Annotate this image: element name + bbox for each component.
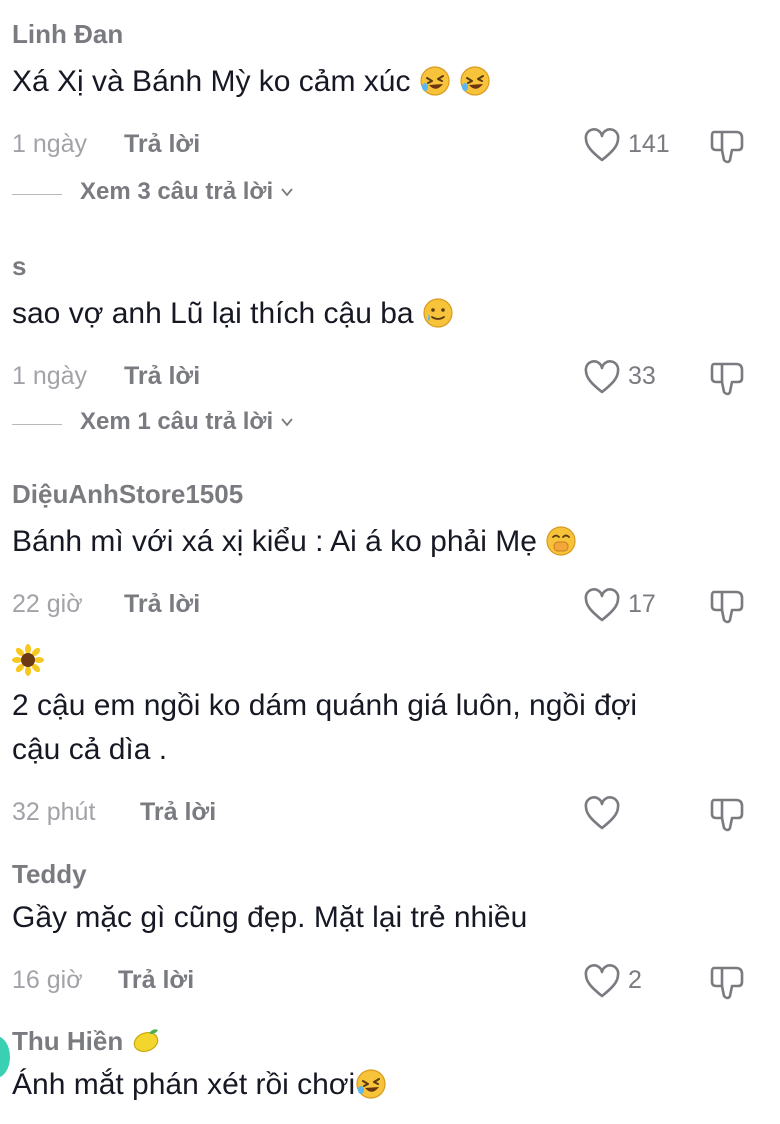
heart-outline-icon[interactable] <box>582 586 622 626</box>
comment-item: s sao vợ anh Lũ lại thích cậu ba 1 ngày … <box>12 250 780 398</box>
reply-button[interactable]: Trả lời <box>124 130 200 159</box>
comment-author[interactable]: Thu Hiền <box>12 1026 123 1056</box>
divider-line <box>12 194 62 195</box>
comment-item: DiệuAnhStore1505 Bánh mì với xá xị kiểu … <box>12 478 780 626</box>
thumbs-down-icon[interactable] <box>708 794 748 834</box>
comment-text: Bánh mì với xá xị kiểu : Ai á ko phải Mẹ <box>12 525 537 558</box>
comment-text-row: Bánh mì với xá xị kiểu : Ai á ko phải Mẹ <box>12 520 780 564</box>
comment-meta: 32 phút Trả lời <box>12 794 780 834</box>
view-replies-row: Xem 1 câu trả lời <box>80 408 295 437</box>
divider-line <box>12 424 62 425</box>
heart-outline-icon[interactable] <box>582 358 622 398</box>
comment-text: sao vợ anh Lũ lại thích cậu ba <box>12 297 414 330</box>
chevron-down-icon <box>279 409 295 437</box>
comment-author[interactable]: Teddy <box>12 858 780 890</box>
comment-item: Thu Hiền Ánh mắt phán xét rồi chơi <box>12 1024 780 1107</box>
rofl-emoji <box>355 1068 387 1100</box>
reply-button[interactable]: Trả lời <box>118 966 194 995</box>
comment-text: Ánh mắt phán xét rồi chơi <box>12 1068 356 1101</box>
comment-time: 1 ngày <box>12 362 88 390</box>
comment-time: 22 giờ <box>12 590 83 618</box>
heart-outline-icon[interactable] <box>582 794 622 834</box>
comment-text-row: Ánh mắt phán xét rồi chơi <box>12 1063 780 1107</box>
view-replies-label: Xem 3 câu trả lời <box>80 178 274 205</box>
like-count: 17 <box>628 590 656 618</box>
sunflower-emoji <box>12 644 44 676</box>
comment-item: 2 cậu em ngồi ko dám quánh giá luôn, ngồ… <box>12 644 780 834</box>
comment-text-continued: cậu cả dìa . <box>12 733 168 766</box>
comment-author[interactable] <box>12 644 780 680</box>
chevron-down-icon <box>279 179 295 207</box>
reply-button[interactable]: Trả lời <box>124 590 200 619</box>
comment-author-row: Thu Hiền <box>12 1024 780 1057</box>
thumbs-down-icon[interactable] <box>708 358 748 398</box>
comment-text: 2 cậu em ngồi ko dám quánh giá luôn, ngồ… <box>12 689 638 722</box>
comment-text: Xá Xị và Bánh Mỳ ko cảm xúc <box>12 65 411 98</box>
comment-meta: 1 ngày Trả lời 33 <box>12 358 780 398</box>
comment-item: Linh Đan Xá Xị và Bánh Mỳ ko cảm xúc 1 n… <box>12 18 780 166</box>
thumbs-down-icon[interactable] <box>708 586 748 626</box>
comment-time: 32 phút <box>12 798 96 826</box>
rofl-emoji <box>419 65 451 97</box>
rofl-emoji <box>459 65 491 97</box>
comment-text: Gầy mặc gì cũng đẹp. Mặt lại trẻ nhiều <box>12 901 528 934</box>
view-replies-label: Xem 1 câu trả lời <box>80 408 274 435</box>
view-replies-row: Xem 3 câu trả lời <box>80 178 295 207</box>
hand-over-mouth-emoji <box>545 525 577 557</box>
comment-time: 1 ngày <box>12 130 88 158</box>
like-count: 141 <box>628 130 670 158</box>
reply-button[interactable]: Trả lời <box>124 362 200 391</box>
like-count: 33 <box>628 362 656 390</box>
comment-item: Teddy Gầy mặc gì cũng đẹp. Mặt lại trẻ n… <box>12 858 780 1002</box>
like-count: 2 <box>628 966 642 994</box>
heart-outline-icon[interactable] <box>582 962 622 1002</box>
tearful-smile-emoji <box>422 297 454 329</box>
comment-meta: 22 giờ Trả lời 17 <box>12 586 780 626</box>
heart-outline-icon[interactable] <box>582 126 622 166</box>
comment-author[interactable]: Linh Đan <box>12 18 780 50</box>
avatar-edge <box>0 1036 10 1078</box>
comment-text-row: Xá Xị và Bánh Mỳ ko cảm xúc <box>12 60 780 104</box>
comment-author[interactable]: DiệuAnhStore1505 <box>12 478 780 510</box>
comment-meta: 16 giờ Trả lời 2 <box>12 962 780 1002</box>
comment-author[interactable]: s <box>12 250 780 282</box>
comment-text-row: sao vợ anh Lũ lại thích cậu ba <box>12 292 780 336</box>
comment-meta: 1 ngày Trả lời 141 <box>12 126 780 166</box>
thumbs-down-icon[interactable] <box>708 962 748 1002</box>
lemon-emoji <box>130 1024 162 1056</box>
reply-button[interactable]: Trả lời <box>140 798 216 827</box>
thumbs-down-icon[interactable] <box>708 126 748 166</box>
comment-time: 16 giờ <box>12 966 83 994</box>
